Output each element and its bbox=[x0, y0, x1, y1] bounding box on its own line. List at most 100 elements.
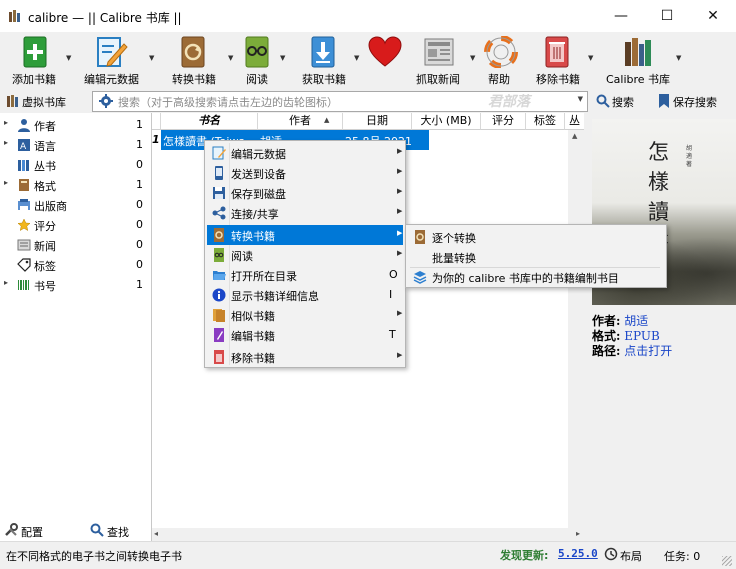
lifebuoy-icon bbox=[484, 36, 518, 68]
update-version-link[interactable]: 5.25.0 bbox=[558, 547, 598, 560]
fetch-news-button[interactable]: 抓取新闻 ▼ bbox=[414, 34, 478, 86]
horizontal-scrollbar[interactable]: ◂ ▸ bbox=[152, 528, 584, 541]
donate-button[interactable] bbox=[366, 34, 408, 86]
tag-browser-item[interactable]: ▸ 书号 1 bbox=[0, 275, 151, 295]
remove-books-button[interactable]: 移除书籍 ▼ bbox=[534, 34, 598, 86]
close-button[interactable]: ✕ bbox=[690, 0, 736, 32]
barcode-icon bbox=[18, 280, 29, 290]
expand-arrow[interactable]: ▸ bbox=[4, 118, 8, 127]
news-icon bbox=[17, 239, 31, 251]
column-header-date[interactable]: 日期 bbox=[343, 113, 412, 130]
menu-item-bulk-convert[interactable]: 批量转换 bbox=[408, 247, 664, 267]
convert-books-label: 转换书籍 bbox=[172, 73, 216, 86]
wrench-icon bbox=[5, 523, 18, 536]
search-row: 虚拟书库 搜索（对于高级搜索请点击左边的齿轮图标） 君部落 ▼ 搜索 保存搜索 bbox=[0, 89, 736, 113]
tag-count: 0 bbox=[136, 238, 143, 251]
tag-browser-item[interactable]: ▸ A 语言 1 bbox=[0, 135, 151, 155]
menu-item-similar-books[interactable]: 相似书籍 ▶ bbox=[207, 305, 403, 325]
resize-grip[interactable] bbox=[722, 556, 732, 566]
column-header-series[interactable]: 丛 bbox=[565, 113, 584, 130]
chevron-down-icon[interactable]: ▼ bbox=[66, 54, 71, 62]
device-icon bbox=[215, 166, 223, 180]
gear-icon[interactable] bbox=[99, 94, 113, 108]
path-link[interactable]: 点击打开 bbox=[624, 344, 672, 358]
expand-arrow[interactable]: ▸ bbox=[4, 278, 8, 287]
virtual-library-button[interactable]: 虚拟书库 bbox=[4, 92, 86, 110]
chevron-down-icon[interactable]: ▼ bbox=[354, 54, 359, 62]
window-title: calibre — || Calibre 书库 || bbox=[28, 11, 182, 25]
chevron-down-icon[interactable]: ▼ bbox=[280, 54, 285, 62]
tag-browser-item[interactable]: 标签 0 bbox=[0, 255, 151, 275]
menu-item-read[interactable]: 阅读 ▶ bbox=[207, 245, 403, 265]
library-button[interactable]: Calibre 书库 ▼ bbox=[604, 34, 684, 86]
row-number: 1 bbox=[152, 133, 160, 146]
menu-item-connect-share[interactable]: 连接/共享 ▶ bbox=[207, 203, 403, 223]
save-search-button[interactable]: 保存搜索 bbox=[656, 92, 734, 110]
chevron-down-icon[interactable]: ▼ bbox=[470, 54, 475, 62]
add-book-label: 添加书籍 bbox=[12, 73, 56, 86]
column-header-tags[interactable]: 标签 bbox=[526, 113, 565, 130]
scroll-left-icon[interactable]: ◂ bbox=[154, 529, 158, 538]
menu-item-send-to-device[interactable]: 发送到设备 ▶ bbox=[207, 163, 403, 183]
menu-item-create-catalog[interactable]: 为你的 calibre 书库中的书籍编制书目 bbox=[408, 267, 664, 287]
minimize-button[interactable]: — bbox=[598, 0, 644, 32]
menu-item-edit-book[interactable]: 编辑书籍 T bbox=[207, 325, 403, 345]
menu-item-convert-individually[interactable]: 逐个转换 bbox=[408, 227, 664, 247]
tag-browser-item[interactable]: 出版商 0 bbox=[0, 195, 151, 215]
configure-button[interactable]: 配置 bbox=[4, 522, 64, 540]
read-label: 阅读 bbox=[246, 73, 268, 86]
find-label: 查找 bbox=[107, 526, 129, 539]
tag-browser-item[interactable]: 评分 0 bbox=[0, 215, 151, 235]
layout-button[interactable]: 布局 bbox=[604, 546, 646, 564]
author-link[interactable]: 胡适 bbox=[624, 314, 648, 328]
chevron-down-icon[interactable]: ▼ bbox=[676, 54, 681, 62]
language-book-icon: A bbox=[18, 139, 30, 152]
chevron-down-icon[interactable]: ▼ bbox=[588, 54, 593, 62]
tag-browser-item[interactable]: 新闻 0 bbox=[0, 235, 151, 255]
tag-count: 0 bbox=[136, 218, 143, 231]
format-link[interactable]: EPUB bbox=[624, 329, 660, 343]
tag-label: 格式 bbox=[34, 180, 56, 193]
menu-item-convert-books[interactable]: 转换书籍 ▶ bbox=[207, 225, 403, 245]
convert-book-icon bbox=[181, 36, 205, 68]
column-header-size[interactable]: 大小 (MB) bbox=[412, 113, 481, 130]
expand-arrow[interactable]: ▸ bbox=[4, 138, 8, 147]
search-button[interactable]: 搜索 bbox=[594, 92, 644, 110]
chevron-down-icon[interactable]: ▼ bbox=[149, 54, 154, 62]
tag-browser-item[interactable]: 丛书 0 bbox=[0, 155, 151, 175]
menu-item-remove-books[interactable]: 移除书籍 ▶ bbox=[207, 347, 403, 367]
edit-metadata-button[interactable]: 编辑元数据 ▼ bbox=[82, 34, 158, 86]
tag-browser-item[interactable]: ▸ 作者 1 bbox=[0, 115, 151, 135]
expand-arrow[interactable]: ▸ bbox=[4, 178, 8, 187]
tag-count: 1 bbox=[136, 138, 143, 151]
read-button[interactable]: 阅读 ▼ bbox=[240, 34, 290, 86]
help-button[interactable]: 帮助 bbox=[482, 34, 522, 86]
menu-item-edit-metadata[interactable]: 编辑元数据 ▶ bbox=[207, 143, 403, 163]
submenu-arrow-icon: ▶ bbox=[397, 351, 403, 359]
menu-item-save-to-disk[interactable]: 保存到磁盘 ▶ bbox=[207, 183, 403, 203]
scroll-up-icon[interactable]: ▲ bbox=[572, 132, 577, 140]
scroll-right-icon[interactable]: ▸ bbox=[576, 529, 580, 538]
column-header-author[interactable]: 作者 bbox=[258, 113, 343, 130]
virtual-library-label: 虚拟书库 bbox=[22, 96, 66, 109]
menu-item-open-folder[interactable]: 打开所在目录 O bbox=[207, 265, 403, 285]
column-header-rating[interactable]: 评分 bbox=[481, 113, 526, 130]
shortcut-key: T bbox=[389, 328, 396, 341]
search-box[interactable]: 搜索（对于高级搜索请点击左边的齿轮图标） 君部落 ▼ bbox=[92, 91, 588, 112]
tag-count: 1 bbox=[136, 118, 143, 131]
chevron-down-icon[interactable]: ▼ bbox=[228, 54, 233, 62]
convert-books-button[interactable]: 转换书籍 ▼ bbox=[168, 34, 238, 86]
menu-item-show-details[interactable]: 显示书籍详细信息 I bbox=[207, 285, 403, 305]
get-books-button[interactable]: 获取书籍 ▼ bbox=[300, 34, 364, 86]
fetch-news-label: 抓取新闻 bbox=[416, 73, 460, 86]
tag-label: 丛书 bbox=[34, 160, 56, 173]
find-button[interactable]: 查找 bbox=[90, 522, 140, 540]
maximize-button[interactable]: ☐ bbox=[644, 0, 690, 32]
column-header-title[interactable]: 书名 bbox=[161, 113, 258, 130]
tag-browser-item[interactable]: ▸ 格式 1 bbox=[0, 175, 151, 195]
jobs-counter[interactable]: 任务: 0 bbox=[664, 548, 700, 564]
search-input[interactable]: 搜索（对于高级搜索请点击左边的齿轮图标） bbox=[118, 94, 338, 110]
vertical-scrollbar[interactable]: ▲ bbox=[568, 130, 584, 528]
chevron-down-icon[interactable]: ▼ bbox=[578, 95, 583, 103]
add-book-button[interactable]: 添加书籍 ▼ bbox=[4, 34, 74, 86]
